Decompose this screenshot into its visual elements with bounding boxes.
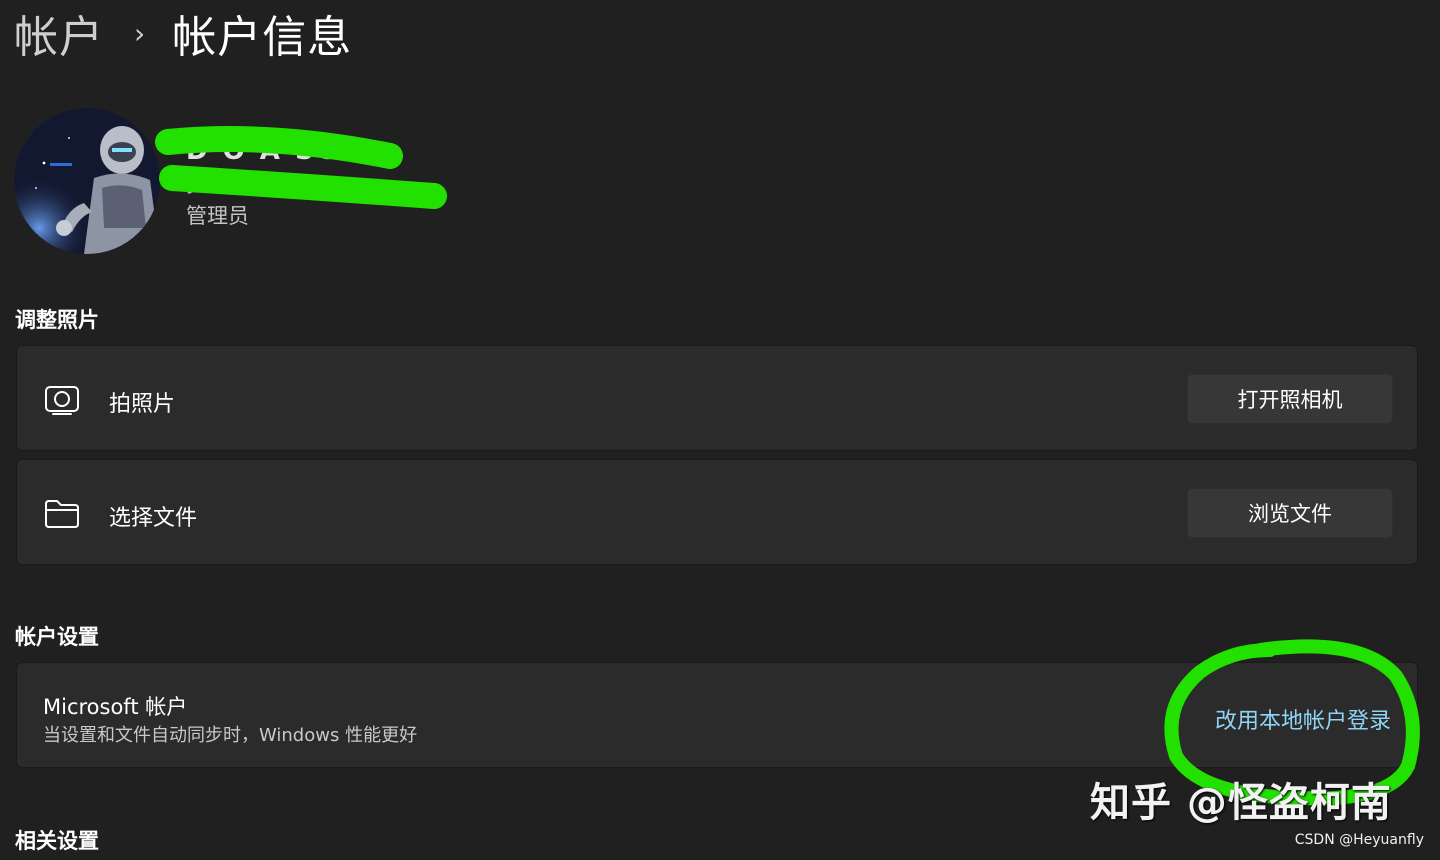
take-photo-card: 拍照片 打开照相机 [16, 345, 1418, 451]
section-heading-adjust-photo: 调整照片 [15, 308, 99, 332]
camera-icon [45, 386, 79, 415]
zhihu-watermark: 知乎 @怪盗柯南 [1090, 780, 1392, 826]
section-heading-account-settings: 帐户设置 [15, 625, 99, 649]
page-title: 帐户信息 [172, 12, 353, 63]
choose-file-card: 选择文件 浏览文件 [16, 459, 1418, 565]
open-camera-button[interactable]: 打开照相机 [1187, 374, 1393, 424]
microsoft-account-title: Microsoft 帐户 [43, 695, 188, 719]
chevron-right-icon: › [134, 16, 147, 50]
take-photo-label: 拍照片 [109, 392, 176, 417]
breadcrumb-accounts-link[interactable]: 帐户 [14, 1, 104, 65]
profile-role: 管理员 [186, 204, 249, 228]
user-avatar [14, 108, 160, 254]
profile-email: y .com [186, 170, 260, 195]
account-info-page: 帐户 › 帐户信息 D O A SON y .com 管理员 调整照片 拍照片 … [0, 0, 1440, 860]
robot-avatar-icon [14, 108, 160, 254]
folder-icon [45, 500, 79, 528]
choose-file-label: 选择文件 [109, 506, 198, 531]
csdn-watermark: CSDN @Heyuanfly [1294, 832, 1424, 848]
microsoft-account-card: Microsoft 帐户 当设置和文件自动同步时，Windows 性能更好 改用… [16, 662, 1418, 768]
microsoft-account-description: 当设置和文件自动同步时，Windows 性能更好 [43, 725, 418, 746]
profile-name: D O A SON [186, 136, 367, 166]
sign-in-local-account-link[interactable]: 改用本地帐户登录 [1215, 703, 1391, 735]
browse-files-button[interactable]: 浏览文件 [1187, 488, 1393, 538]
section-heading-related-settings: 相关设置 [15, 829, 99, 853]
breadcrumb: 帐户 › 帐户信息 [14, 2, 352, 64]
